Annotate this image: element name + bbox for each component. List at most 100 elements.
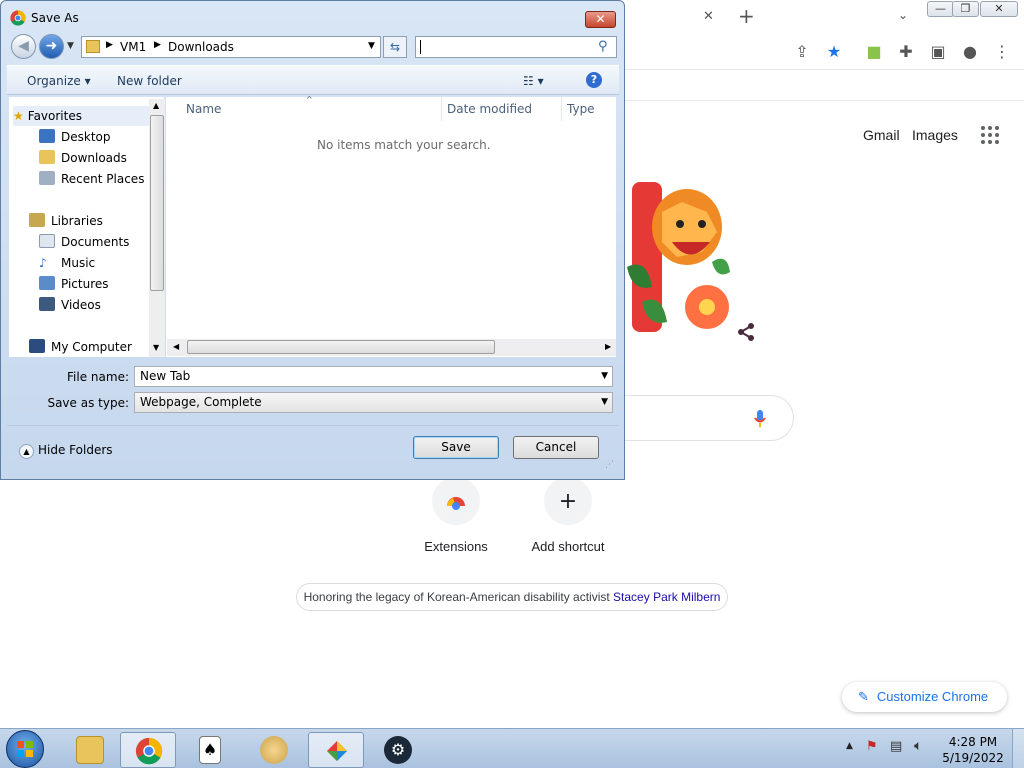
save-button[interactable]: Save bbox=[413, 436, 499, 459]
customize-chrome-button[interactable]: ✎ Customize Chrome bbox=[842, 682, 1007, 712]
tab-close-icon[interactable]: ✕ bbox=[703, 9, 714, 24]
tab-search-icon[interactable]: ⌄ bbox=[898, 8, 908, 22]
nav-favorites[interactable]: ★ Favorites bbox=[13, 106, 153, 126]
apps-grid-icon[interactable] bbox=[980, 125, 1000, 145]
taskbar-steam[interactable]: ⚙ bbox=[370, 732, 426, 768]
nav-downloads[interactable]: Downloads bbox=[39, 148, 127, 168]
clock-date: 5/19/2022 bbox=[942, 751, 1004, 765]
save-as-type-select[interactable]: Webpage, Complete ▼ bbox=[134, 392, 613, 413]
file-name-field[interactable]: New Tab ▼ bbox=[134, 366, 613, 387]
taskbar-chrome[interactable] bbox=[120, 732, 176, 768]
libraries-icon bbox=[29, 213, 45, 227]
network-icon[interactable]: ▤ bbox=[890, 739, 902, 754]
organize-button[interactable]: Organize ▾ bbox=[27, 74, 91, 88]
window-close-button[interactable]: ✕ bbox=[980, 1, 1018, 17]
help-icon[interactable]: ? bbox=[586, 72, 602, 88]
nav-libraries[interactable]: Libraries bbox=[29, 211, 103, 231]
taskbar: ♠ ⚙ ▲ ⚑ ▤ 🔈︎ bbox=[0, 728, 1024, 768]
shortcut-extensions[interactable]: Extensions bbox=[401, 477, 511, 554]
search-input[interactable]: ⚲ bbox=[415, 36, 617, 58]
column-date-modified[interactable]: Date modified bbox=[447, 102, 532, 116]
taskbar-explorer[interactable] bbox=[62, 732, 118, 768]
taskbar-app[interactable] bbox=[308, 732, 364, 768]
show-hidden-icons[interactable]: ▲ bbox=[846, 741, 853, 751]
nav-desktop[interactable]: Desktop bbox=[39, 127, 111, 147]
resize-grip-icon[interactable]: ⋰ bbox=[605, 460, 614, 470]
gmail-link[interactable]: Gmail bbox=[863, 127, 900, 143]
colorful-app-icon bbox=[323, 737, 351, 765]
nav-videos[interactable]: Videos bbox=[39, 295, 101, 315]
column-name[interactable]: Name bbox=[186, 102, 221, 116]
chevron-up-icon: ▲ bbox=[19, 444, 34, 459]
breadcrumb-arrow-icon[interactable]: ▶ bbox=[154, 40, 161, 50]
taskbar-clock[interactable]: 4:28 PM 5/19/2022 bbox=[938, 734, 1008, 766]
address-dropdown-icon[interactable]: ▼ bbox=[368, 41, 375, 51]
customize-label: Customize Chrome bbox=[876, 689, 989, 704]
refresh-icon[interactable]: ⇆ bbox=[383, 36, 407, 58]
extension-green-icon[interactable]: ■ bbox=[864, 42, 884, 62]
save-type-dropdown-icon[interactable]: ▼ bbox=[601, 393, 608, 412]
honor-link[interactable]: Stacey Park Milbern bbox=[613, 590, 720, 604]
start-button[interactable] bbox=[6, 730, 44, 768]
scroll-thumb[interactable] bbox=[150, 115, 164, 291]
restore-button[interactable]: ❐ bbox=[952, 1, 979, 17]
honor-text: Honoring the legacy of Korean-American d… bbox=[303, 590, 614, 604]
shortcut-add[interactable]: + Add shortcut bbox=[513, 477, 623, 554]
back-arrow-icon[interactable]: ◀ bbox=[11, 34, 36, 59]
scroll-down-icon[interactable]: ▼ bbox=[153, 343, 159, 352]
documents-icon bbox=[39, 234, 55, 248]
nav-my-computer[interactable]: My Computer bbox=[29, 337, 132, 357]
nav-recent-places[interactable]: Recent Places bbox=[39, 169, 144, 189]
google-doodle[interactable] bbox=[622, 172, 732, 347]
bookmark-star-icon[interactable]: ★ bbox=[824, 42, 844, 62]
share-doodle-icon[interactable] bbox=[736, 322, 756, 342]
browser-menu-icon[interactable]: ⋮ bbox=[992, 42, 1012, 62]
forward-arrow-icon[interactable]: ➜ bbox=[39, 34, 64, 59]
cancel-button[interactable]: Cancel bbox=[513, 436, 599, 459]
sort-ascending-icon: ^ bbox=[306, 95, 313, 104]
chrome-logo-icon bbox=[10, 10, 26, 26]
folder-icon bbox=[86, 40, 100, 53]
scroll-left-icon[interactable]: ◀ bbox=[173, 342, 179, 351]
side-panel-icon[interactable]: ▣ bbox=[928, 42, 948, 62]
search-icon[interactable]: ⚲ bbox=[598, 39, 608, 54]
nav-documents[interactable]: Documents bbox=[39, 232, 129, 252]
taskbar-paint[interactable] bbox=[246, 732, 302, 768]
scroll-right-icon[interactable]: ▶ bbox=[605, 342, 611, 351]
new-tab-button[interactable]: + bbox=[738, 4, 755, 28]
doodle-honor-banner: Honoring the legacy of Korean-American d… bbox=[296, 583, 728, 611]
pencil-icon: ✎ bbox=[858, 689, 869, 704]
view-options-icon[interactable]: ☷ ▾ bbox=[523, 74, 544, 88]
plus-icon: + bbox=[544, 477, 592, 525]
nav-scrollbar[interactable]: ▲ ▼ bbox=[149, 99, 165, 357]
hide-folders-toggle[interactable]: ▲ Hide Folders bbox=[19, 442, 113, 460]
address-bar[interactable]: ▶ VM1 ▶ Downloads ▼ bbox=[81, 36, 381, 58]
new-folder-button[interactable]: New folder bbox=[117, 74, 182, 88]
profile-avatar-icon[interactable]: ● bbox=[960, 42, 980, 62]
navigation-pane: ★ Favorites Desktop Downloads Recent Plac… bbox=[9, 97, 165, 357]
breadcrumb-arrow-icon[interactable]: ▶ bbox=[106, 40, 113, 50]
file-name-dropdown-icon[interactable]: ▼ bbox=[601, 367, 608, 386]
nav-pictures[interactable]: Pictures bbox=[39, 274, 109, 294]
empty-message: No items match your search. bbox=[317, 138, 491, 152]
extensions-puzzle-icon[interactable]: ✚ bbox=[896, 42, 916, 62]
voice-search-icon[interactable] bbox=[753, 408, 767, 430]
minimize-button[interactable]: — bbox=[927, 1, 954, 17]
file-name-value: New Tab bbox=[140, 369, 191, 383]
recent-pages-chevron-icon[interactable]: ▼ bbox=[67, 41, 74, 51]
show-desktop-button[interactable] bbox=[1012, 729, 1024, 768]
share-icon[interactable]: ⇪ bbox=[792, 42, 812, 62]
hscroll-thumb[interactable] bbox=[187, 340, 495, 354]
breadcrumb-downloads[interactable]: Downloads bbox=[168, 40, 234, 54]
dialog-close-button[interactable]: ✕ bbox=[585, 11, 616, 28]
volume-icon[interactable]: 🔈︎ bbox=[914, 738, 922, 754]
nav-music[interactable]: ♪ Music bbox=[39, 253, 95, 273]
save-as-type-label: Save as type: bbox=[47, 396, 129, 410]
breadcrumb-vm1[interactable]: VM1 bbox=[120, 40, 146, 54]
column-type[interactable]: Type bbox=[567, 102, 595, 116]
horizontal-scrollbar[interactable]: ◀ ▶ bbox=[167, 339, 616, 356]
scroll-up-icon[interactable]: ▲ bbox=[153, 101, 159, 110]
images-link[interactable]: Images bbox=[912, 127, 958, 143]
taskbar-solitaire[interactable]: ♠ bbox=[182, 732, 238, 768]
action-center-flag-icon[interactable]: ⚑ bbox=[866, 739, 878, 754]
